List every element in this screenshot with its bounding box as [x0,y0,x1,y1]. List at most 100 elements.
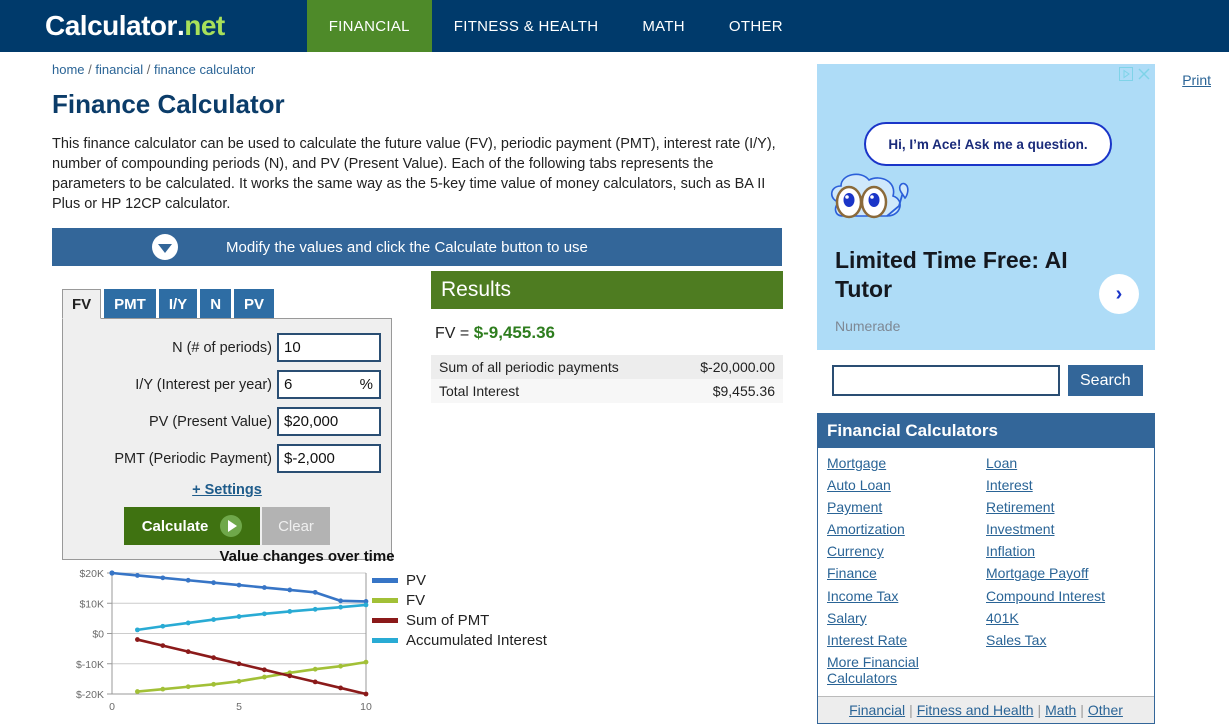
input-n-periods[interactable]: 10 [277,333,381,362]
legend-swatch-accumulated-interest [372,638,398,643]
nav-item-financial[interactable]: FINANCIAL [306,0,432,52]
close-icon[interactable] [1137,67,1151,81]
sidebar-link-auto-loan[interactable]: Auto Loan [827,477,986,493]
advertisement-banner[interactable]: Hi, I’m Ace! Ask me a question. Limited … [817,64,1155,350]
site-logo[interactable]: Calculator. net [45,0,225,52]
input-n-periods-value: 10 [284,339,301,356]
legend-item-sum-pmt: Sum of PMT [372,612,547,629]
chart-title: Value changes over time [219,548,395,565]
sidebar-link-investment[interactable]: Investment [986,521,1145,537]
footer-link-other[interactable]: Other [1088,702,1123,718]
sidebar-link-salary[interactable]: Salary [827,610,986,626]
search-input[interactable] [832,365,1060,396]
chart-legend: PV FV Sum of PMT Accumulated Interest [372,572,547,652]
tab-iy[interactable]: I/Y [158,289,198,318]
intro-paragraph: This finance calculator can be used to c… [52,136,776,212]
calculate-button-label: Calculate [141,517,209,535]
tab-pmt[interactable]: PMT [104,289,156,318]
legend-swatch-pv [372,578,398,583]
sidebar-link-interest[interactable]: Interest [986,477,1145,493]
table-row: Total Interest $9,455.36 [431,379,783,403]
svg-text:$10K: $10K [79,598,104,610]
legend-swatch-fv [372,598,398,603]
footer-divider-2: | [1037,702,1042,719]
legend-item-accumulated-interest: Accumulated Interest [372,632,547,649]
nav-item-math[interactable]: MATH [620,0,707,52]
row-value-total-interest: $9,455.36 [671,379,783,403]
sidebar-link-payment[interactable]: Payment [827,499,986,515]
financial-calculators-box: Financial Calculators Mortgage Auto Loan… [817,413,1155,725]
ad-next-arrow-icon[interactable]: › [1099,274,1139,314]
footer-divider-3: | [1080,702,1084,719]
ad-controls [1119,67,1151,81]
svg-text:$20K: $20K [79,568,104,580]
label-n-periods: N (# of periods) [172,339,272,356]
sidebar-link-sales-tax[interactable]: Sales Tax [986,632,1145,648]
settings-toggle-link[interactable]: + Settings [192,482,262,498]
sidebox-column-2: Loan Interest Retirement Investment Infl… [986,455,1145,692]
row-label-sum-payments: Sum of all periodic payments [431,355,672,379]
sidebar-link-inflation[interactable]: Inflation [986,543,1145,559]
sidebar-link-mortgage[interactable]: Mortgage [827,455,986,471]
breadcrumb-separator-1: / [88,62,92,77]
results-heading: Results [431,271,783,309]
legend-label-fv: FV [406,592,426,609]
sidebar-link-401k[interactable]: 401K [986,610,1145,626]
input-iy-interest[interactable]: 6 % [277,370,381,399]
breadcrumb-home[interactable]: home [52,62,85,77]
chevron-down-icon [152,234,178,260]
svg-text:0: 0 [109,701,115,713]
calculate-button[interactable]: Calculate [124,507,261,545]
sidebar-link-mortgage-payoff[interactable]: Mortgage Payoff [986,565,1145,581]
search-button[interactable]: Search [1068,365,1143,396]
percent-suffix: % [359,376,373,393]
sidebar-link-retirement[interactable]: Retirement [986,499,1145,515]
footer-link-math[interactable]: Math [1045,702,1076,718]
tab-n[interactable]: N [200,289,232,318]
input-pmt-periodic-payment[interactable]: $-2,000 [277,444,381,473]
ad-mascot-icon [830,173,909,219]
modify-values-banner[interactable]: Modify the values and click the Calculat… [52,228,782,266]
legend-label-sum-pmt: Sum of PMT [406,612,490,629]
clear-button[interactable]: Clear [262,507,330,545]
legend-item-pv: PV [372,572,547,589]
calculator-body: N (# of periods) 10 I/Y (Interest per ye… [62,318,392,560]
svg-text:5: 5 [236,701,242,713]
tab-pv[interactable]: PV [234,289,275,318]
ad-choices-icon[interactable] [1119,67,1133,81]
print-link[interactable]: Print [1182,72,1211,88]
table-row: Sum of all periodic payments $-20,000.00 [431,355,783,379]
sidebar-link-loan[interactable]: Loan [986,455,1145,471]
svg-text:$0: $0 [92,629,104,641]
settings-row: + Settings [73,481,381,499]
sidebar-link-finance[interactable]: Finance [827,565,986,581]
button-row: Calculate Clear [73,507,381,545]
field-row-pv: PV (Present Value) $20,000 [73,407,381,436]
breadcrumb-financial[interactable]: financial [95,62,143,77]
footer-link-financial[interactable]: Financial [849,702,905,718]
sidebar-link-interest-rate[interactable]: Interest Rate [827,632,986,648]
svg-text:$-20K: $-20K [76,689,104,701]
sidebox-footer: Financial | Fitness and Health | Math | Other [818,696,1154,724]
play-icon [220,515,243,537]
calculator-panel: FV PMT I/Y N PV N (# of periods) 10 I/Y … [62,288,392,560]
field-row-interest: I/Y (Interest per year) 6 % [73,370,381,399]
sidebar-link-currency[interactable]: Currency [827,543,986,559]
row-value-sum-payments: $-20,000.00 [671,355,783,379]
tab-fv[interactable]: FV [62,289,102,319]
sidebar-link-more-financial-calculators[interactable]: More Financial Calculators [827,654,986,686]
sidebar-link-income-tax[interactable]: Income Tax [827,588,986,604]
nav-item-other[interactable]: OTHER [707,0,805,52]
legend-label-pv: PV [406,572,427,589]
nav-item-fitness-health[interactable]: FITNESS & HEALTH [432,0,621,52]
sidebar-link-amortization[interactable]: Amortization [827,521,986,537]
input-pv-present-value[interactable]: $20,000 [277,407,381,436]
sidebar-link-compound-interest[interactable]: Compound Interest [986,588,1145,604]
breadcrumb-current[interactable]: finance calculator [154,62,255,77]
ad-speech-bubble: Hi, I’m Ace! Ask me a question. [864,122,1112,166]
logo-net-text: net [184,10,225,41]
footer-link-fitness-health[interactable]: Fitness and Health [917,702,1034,718]
field-row-pmt: PMT (Periodic Payment) $-2,000 [73,444,381,473]
sidebox-links: Mortgage Auto Loan Payment Amortization … [818,448,1154,697]
input-iy-interest-value: 6 [284,376,293,393]
